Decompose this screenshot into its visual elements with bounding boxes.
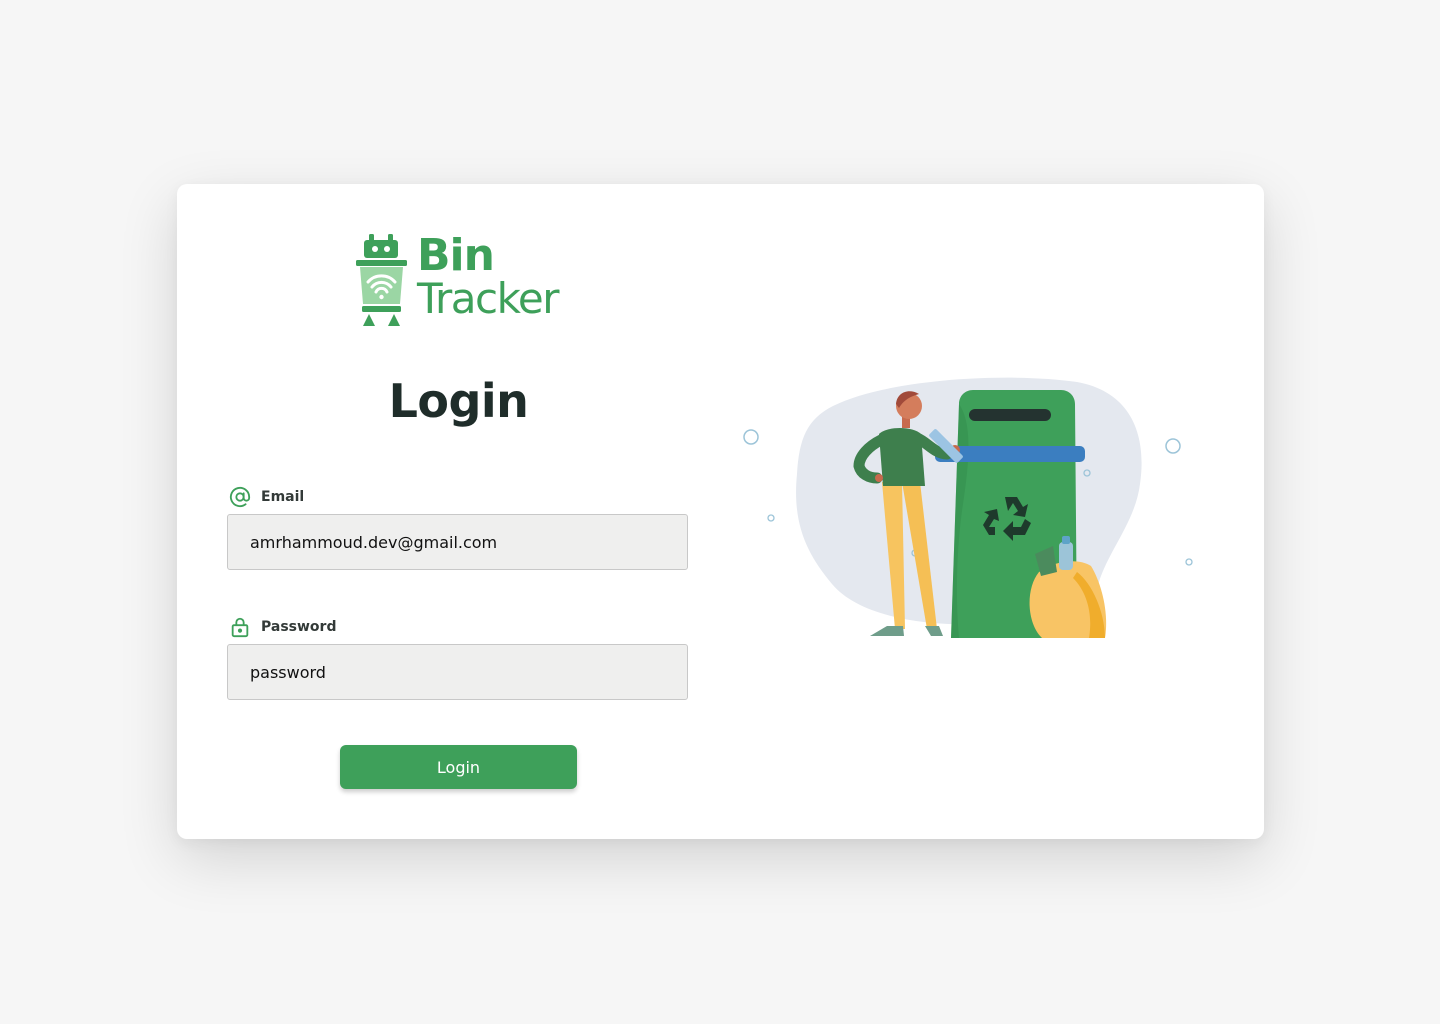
at-sign-icon <box>229 486 251 508</box>
email-field[interactable] <box>227 514 688 570</box>
bin-tracker-logo: Bin Tracker <box>355 232 565 332</box>
password-label: Password <box>229 616 336 638</box>
recycling-illustration <box>743 377 1193 638</box>
page-title: Login <box>388 374 529 428</box>
lock-icon <box>231 617 249 638</box>
bin-robot-logo-icon <box>356 234 407 326</box>
password-field[interactable] <box>227 644 688 700</box>
logo-wordmark: Bin Tracker <box>417 234 560 323</box>
login-button[interactable]: Login <box>340 745 577 789</box>
email-label: Email <box>229 486 304 508</box>
email-label-text: Email <box>261 489 305 505</box>
password-label-text: Password <box>261 619 337 635</box>
login-card: Bin Tracker Login Email Password Login <box>177 184 1264 839</box>
logo-word-tracker: Tracker <box>417 274 560 323</box>
